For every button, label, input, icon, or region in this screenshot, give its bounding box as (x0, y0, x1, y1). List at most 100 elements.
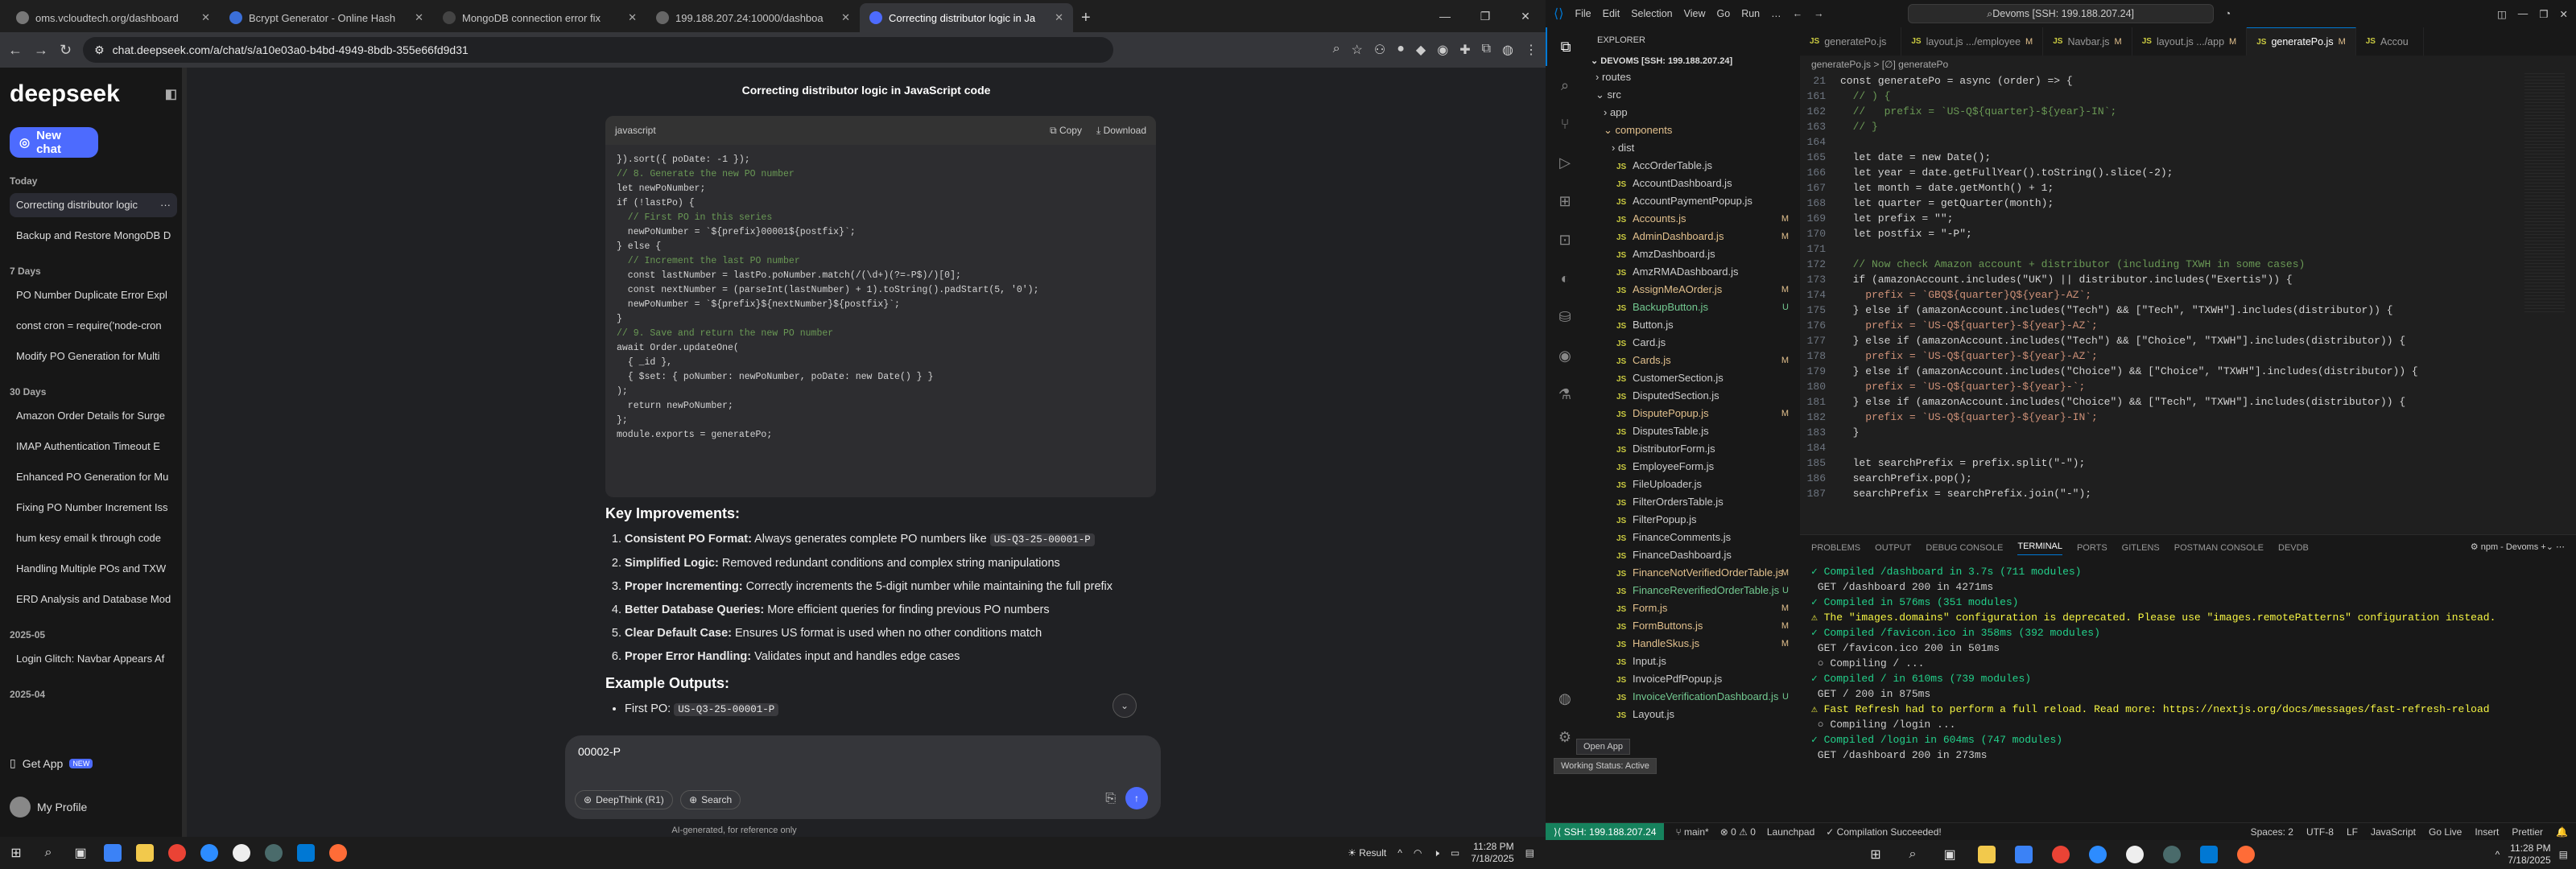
tray-arrow-icon[interactable]: ^ (2496, 849, 2500, 860)
profile-button[interactable]: My Profile (10, 797, 87, 818)
history-item[interactable]: Correcting distributor logic ··· (10, 193, 177, 217)
postman-icon[interactable]: ◉ (1546, 336, 1584, 375)
explorer-file[interactable]: JS AccountPaymentPopup.js (1584, 192, 1800, 210)
notifications-icon[interactable]: ▤ (2559, 849, 2568, 860)
extension-icon[interactable]: ⚇ (1374, 42, 1385, 58)
menu-selection[interactable]: Selection (1631, 8, 1672, 19)
history-item[interactable]: Login Glitch: Navbar Appears Af (10, 647, 177, 671)
editor-tab[interactable]: JS Navbar.js M (2043, 27, 2132, 56)
explorer-file[interactable]: JS Button.js (1584, 316, 1800, 334)
explorer-file[interactable]: JS FileUploader.js (1584, 476, 1800, 493)
encoding[interactable]: UTF-8 (2306, 826, 2334, 838)
more-options-icon[interactable]: ··· (160, 193, 171, 217)
explorer-file[interactable]: JS CustomerSection.js (1584, 369, 1800, 387)
file-explorer-icon[interactable] (1971, 840, 2003, 869)
history-item[interactable]: Handling Multiple POs and TXW (10, 557, 177, 581)
github-icon[interactable] (225, 837, 258, 869)
breadcrumb[interactable]: generatePo.js > [∅] generatePo (1800, 56, 2576, 73)
explorer-file[interactable]: JS DistributorForm.js (1584, 440, 1800, 458)
search-icon[interactable]: ⌕ (1546, 66, 1584, 105)
panel-tab[interactable]: POSTMAN CONSOLE (2174, 543, 2264, 553)
folder-components[interactable]: ⌄ components (1584, 121, 1800, 139)
search-toggle[interactable]: ⊕ Search (680, 790, 741, 809)
chrome-icon[interactable] (161, 837, 193, 869)
store-icon[interactable] (2008, 840, 2040, 869)
panel-tab[interactable]: DEBUG CONSOLE (1926, 543, 2003, 553)
search-icon[interactable]: ⌕ (1897, 840, 1929, 869)
sidebar-scrollbar[interactable] (182, 68, 187, 837)
compile-status[interactable]: ✓ Compilation Succeeded! (1826, 826, 1941, 838)
history-item[interactable]: Amazon Order Details for Surge (10, 404, 177, 428)
explorer-file[interactable]: JS AmzRMADashboard.js (1584, 263, 1800, 281)
volume-icon[interactable]: 🕨 (1433, 847, 1439, 859)
battery-icon[interactable]: ▭ (1451, 847, 1459, 859)
zoom-app-icon[interactable] (193, 837, 225, 869)
folder-src[interactable]: ⌄ src (1584, 86, 1800, 104)
indent-setting[interactable]: Spaces: 2 (2251, 826, 2293, 838)
site-info-icon[interactable]: ⚙ (94, 43, 105, 57)
browser-tab-4[interactable]: 199.188.207.24:10000/dashboa ✕ (646, 3, 860, 32)
history-item[interactable]: Fixing PO Number Increment Iss (10, 496, 177, 520)
minimap[interactable] (2524, 73, 2565, 315)
search-icon[interactable]: ⌕ (32, 837, 64, 869)
explorer-file[interactable]: JS AdminDashboard.js M (1584, 228, 1800, 245)
explorer-file[interactable]: JS AccOrderTable.js (1584, 157, 1800, 175)
history-item[interactable]: hum kesy email k through code (10, 526, 177, 550)
menu-view[interactable]: View (1684, 8, 1706, 19)
menu-file[interactable]: File (1575, 8, 1591, 19)
tray-arrow-icon[interactable]: ^ (1397, 847, 1402, 859)
extension-icon[interactable]: ◆ (1416, 42, 1426, 58)
deepseek-logo[interactable]: deepseek ◧ (10, 80, 177, 108)
accounts-icon[interactable]: ◍ (1546, 679, 1584, 718)
close-tab-icon[interactable]: ✕ (201, 11, 210, 24)
explorer-file[interactable]: JS AccountDashboard.js (1584, 175, 1800, 192)
run-debug-icon[interactable]: ▷ (1546, 143, 1584, 182)
menu-run[interactable]: Run (1741, 8, 1760, 19)
git-branch[interactable]: ⑂ main* (1675, 826, 1708, 838)
minimize-icon[interactable]: — (2518, 8, 2529, 19)
reload-icon[interactable]: ↻ (60, 42, 72, 59)
explorer-file[interactable]: JS Card.js (1584, 334, 1800, 352)
command-center-search[interactable]: ⌕ Devoms [SSH: 199.188.207.24] (1907, 4, 2214, 23)
collapse-sidebar-icon[interactable]: ◧ (165, 86, 177, 102)
notifications-bell-icon[interactable]: 🔔 (2556, 826, 2568, 838)
editor-tab[interactable]: JS layout.js .../app M (2132, 27, 2248, 56)
terminal-output[interactable]: ✓ Compiled /dashboard in 3.7s (711 modul… (1800, 561, 2576, 766)
deepthink-toggle[interactable]: ⊛ DeepThink (R1) (575, 790, 673, 809)
close-tab-icon[interactable]: ✕ (628, 11, 637, 24)
extension-icon[interactable]: ● (1397, 42, 1405, 58)
browser-tab-2[interactable]: Bcrypt Generator - Online Hash ✕ (220, 3, 433, 32)
folder-routes[interactable]: › routes (1584, 68, 1800, 86)
postman-icon[interactable] (322, 837, 354, 869)
menu-edit[interactable]: Edit (1603, 8, 1620, 19)
history-item[interactable]: ERD Analysis and Database Mod (10, 587, 177, 612)
explorer-file[interactable]: JS EmployeeForm.js (1584, 458, 1800, 476)
browser-tab-5[interactable]: Correcting distributor logic in Ja ✕ (860, 3, 1073, 32)
close-icon[interactable]: ✕ (2560, 8, 2568, 20)
workspace-root[interactable]: ⌄ DEVOMS [SSH: 199.188.207.24] (1584, 53, 1800, 68)
forward-icon[interactable]: → (34, 42, 48, 59)
history-item[interactable]: Enhanced PO Generation for Mu (10, 465, 177, 489)
mongodb-compass-icon[interactable] (2156, 840, 2188, 869)
history-item[interactable]: Modify PO Generation for Multi (10, 344, 177, 369)
explorer-file[interactable]: JS FinanceComments.js (1584, 529, 1800, 546)
panel-tab[interactable]: PORTS (2077, 543, 2107, 553)
maximize-icon[interactable]: ❐ (1465, 0, 1505, 32)
back-icon[interactable]: ← (8, 42, 23, 59)
explorer-file[interactable]: JS BackupButton.js U (1584, 299, 1800, 316)
vscode-icon[interactable] (2193, 840, 2225, 869)
editor-tab[interactable]: JS layout.js .../employee M (1901, 27, 2044, 56)
explorer-icon[interactable]: ⧉ (1546, 27, 1584, 66)
remote-indicator[interactable]: ⟩⟨ SSH: 199.188.207.24 (1546, 822, 1665, 841)
task-view-icon[interactable]: ▣ (64, 837, 97, 869)
browser-tab-3[interactable]: MongoDB connection error fix ✕ (433, 3, 646, 32)
explorer-file[interactable]: JS InvoicePdfPopup.js (1584, 670, 1800, 688)
explorer-file[interactable]: JS DisputePopup.js M (1584, 405, 1800, 422)
profile-avatar-icon[interactable]: ◍ (1502, 42, 1513, 58)
explorer-file[interactable]: JS HandleSkus.js M (1584, 635, 1800, 653)
remote-explorer-icon[interactable]: ⊡ (1546, 220, 1584, 259)
minimize-icon[interactable]: — (1425, 0, 1465, 32)
get-app-button[interactable]: ▯ Get App NEW (10, 756, 93, 770)
zoom-app-icon[interactable] (2082, 840, 2114, 869)
working-status-popup[interactable]: Working Status: Active (1554, 758, 1657, 774)
